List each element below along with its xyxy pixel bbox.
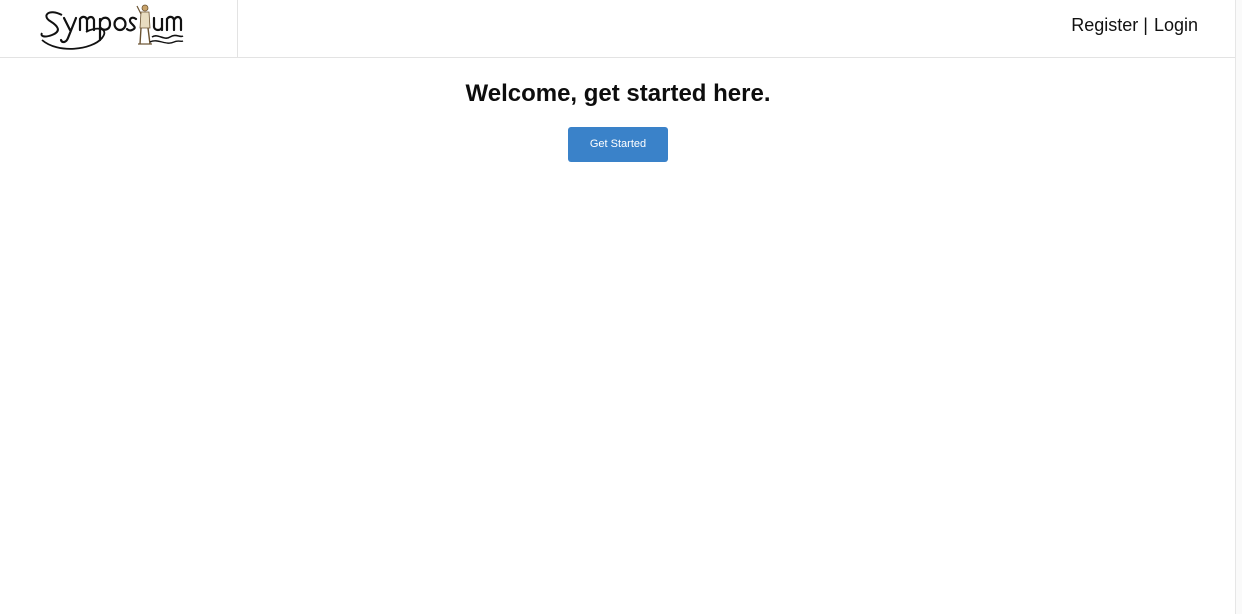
main-content: Welcome, get started here. Get Started xyxy=(0,58,1236,162)
symposium-logo[interactable] xyxy=(40,2,185,52)
nav-separator: | xyxy=(1143,15,1148,35)
vertical-scrollbar[interactable] xyxy=(1235,0,1242,614)
login-link[interactable]: Login xyxy=(1154,15,1198,35)
register-link[interactable]: Register xyxy=(1071,15,1138,35)
logo-wordmark-icon xyxy=(40,4,184,50)
logo-container xyxy=(0,0,238,57)
auth-links: Register | Login xyxy=(1071,14,1198,36)
page: Register | Login Welcome, get started here… xyxy=(0,0,1242,614)
get-started-button[interactable]: Get Started xyxy=(568,127,668,162)
top-navbar: Register | Login xyxy=(0,0,1236,58)
welcome-heading: Welcome, get started here. xyxy=(465,80,771,107)
